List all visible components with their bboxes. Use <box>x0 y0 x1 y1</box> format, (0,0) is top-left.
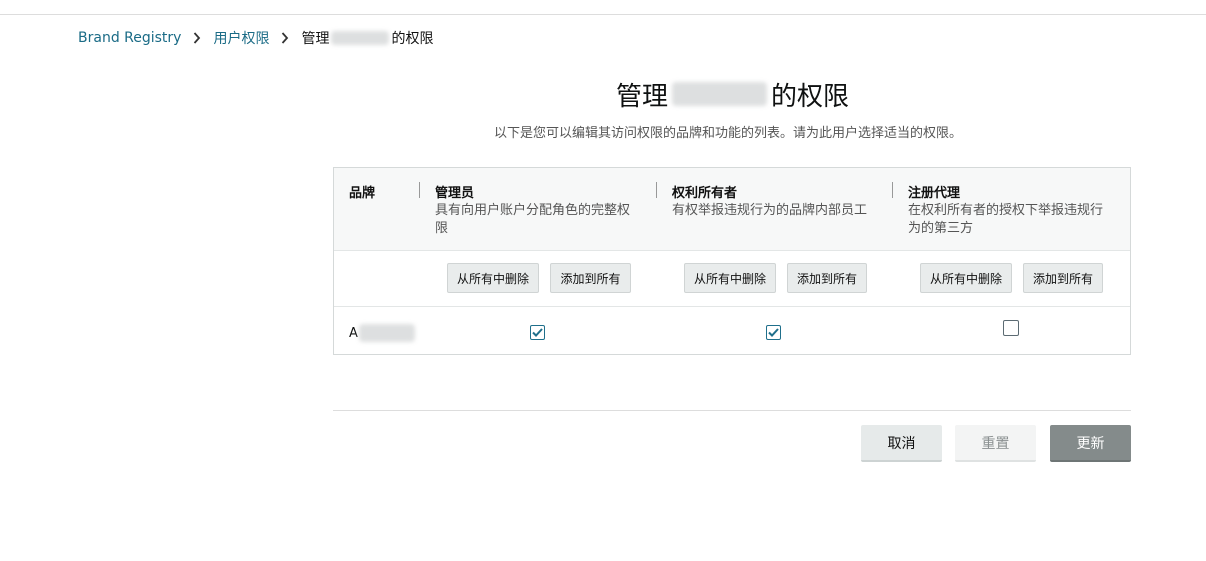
brand-column-header: 品牌 <box>349 182 375 201</box>
page-title: 管理 的权限 <box>616 74 849 114</box>
bulk-actions-row: 从所有中删除 添加到所有 从所有中删除 添加到所有 从所有中删除 添加到所有 <box>334 250 1130 307</box>
page-subtitle: 以下是您可以编辑其访问权限的品牌和功能的列表。请为此用户选择适当的权限。 <box>493 126 962 141</box>
permissions-table: 品牌 管理员 具有向用户账户分配角色的完整权限 权利所有者 有权举报违规行为的品… <box>333 167 1131 355</box>
table-header: 品牌 管理员 具有向用户账户分配角色的完整权限 权利所有者 有权举报违规行为的品… <box>334 168 1130 251</box>
column-divider <box>656 182 657 198</box>
checkmark-icon <box>532 328 543 337</box>
column-name: 注册代理 <box>908 186 961 201</box>
agent-add-all-button[interactable]: 添加到所有 <box>1023 263 1103 293</box>
breadcrumb-user-permissions[interactable]: 用户权限 <box>213 28 269 48</box>
brand-name: A <box>349 324 415 342</box>
redacted-username <box>672 82 768 106</box>
column-name: 权利所有者 <box>672 186 738 201</box>
redacted-username <box>331 31 390 45</box>
column-header-rights-owner: 权利所有者 有权举报违规行为的品牌内部员工 <box>672 182 887 220</box>
checkmark-icon <box>768 328 779 337</box>
top-divider <box>0 14 1206 15</box>
column-divider <box>892 182 893 198</box>
brand-name-initial: A <box>349 325 358 341</box>
column-description: 具有向用户账户分配角色的完整权限 <box>435 203 631 236</box>
agent-remove-all-button[interactable]: 从所有中删除 <box>920 263 1012 293</box>
rights-owner-add-all-button[interactable]: 添加到所有 <box>787 263 867 293</box>
breadcrumb-current-suffix: 的权限 <box>391 31 434 47</box>
reset-button[interactable]: 重置 <box>955 425 1036 462</box>
chevron-right-icon <box>275 32 295 44</box>
rights-owner-remove-all-button[interactable]: 从所有中删除 <box>684 263 776 293</box>
cancel-button[interactable]: 取消 <box>861 425 942 462</box>
table-row: A <box>334 306 1130 354</box>
rights-owner-checkbox[interactable] <box>766 325 781 340</box>
column-description: 有权举报违规行为的品牌内部员工 <box>672 203 868 218</box>
admin-add-all-button[interactable]: 添加到所有 <box>550 263 631 293</box>
breadcrumb-current: 管理 的权限 <box>301 28 433 48</box>
footer-divider <box>333 410 1131 411</box>
breadcrumb-brand-registry[interactable]: Brand Registry <box>78 30 181 46</box>
breadcrumb-current-prefix: 管理 <box>301 31 330 47</box>
column-name: 管理员 <box>435 186 475 201</box>
update-button[interactable]: 更新 <box>1050 425 1131 462</box>
page-title-prefix: 管理 <box>616 81 669 112</box>
redacted-brand-name <box>358 324 415 342</box>
chevron-right-icon <box>187 32 207 44</box>
column-header-admin: 管理员 具有向用户账户分配角色的完整权限 <box>435 182 650 238</box>
page-title-suffix: 的权限 <box>771 81 850 112</box>
column-description: 在权利所有者的授权下举报违规行 为的第三方 <box>908 203 1104 236</box>
brand-header-label: 品牌 <box>349 186 376 201</box>
admin-checkbox[interactable] <box>530 325 545 340</box>
column-header-registered-agent: 注册代理 在权利所有者的授权下举报违规行 为的第三方 <box>908 182 1123 238</box>
breadcrumb: Brand Registry 用户权限 管理 的权限 <box>78 28 433 48</box>
agent-checkbox[interactable] <box>1003 320 1019 336</box>
admin-remove-all-button[interactable]: 从所有中删除 <box>447 263 539 293</box>
column-divider <box>419 182 420 198</box>
